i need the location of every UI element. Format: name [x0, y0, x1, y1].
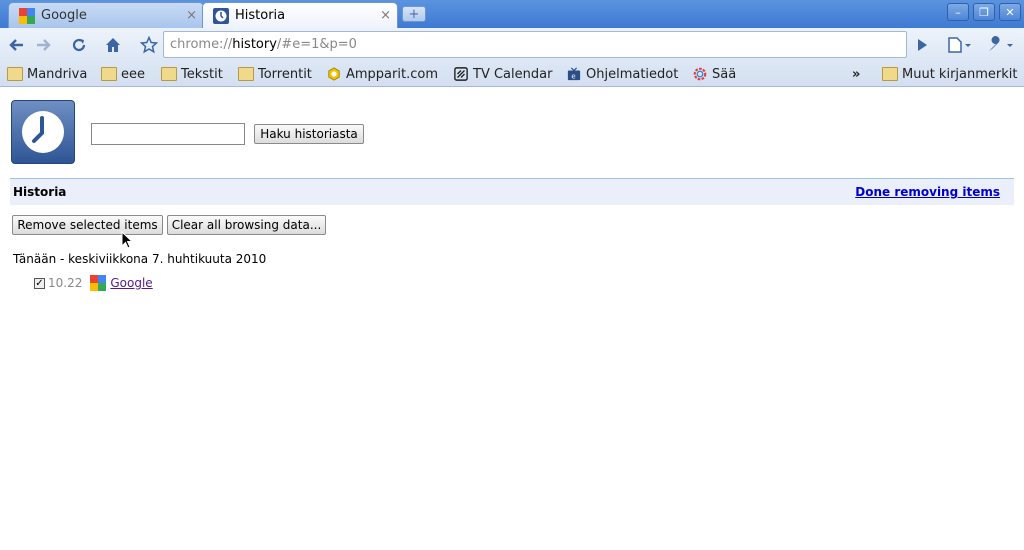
tab-close-icon[interactable]: × [186, 8, 197, 23]
search-history-button[interactable]: Haku historiasta [254, 124, 364, 144]
bookmark-item[interactable]: Muut kirjanmerkit [882, 65, 1017, 83]
history-entry: ✓ 10.22 Google [34, 274, 153, 292]
folder-icon [7, 67, 23, 81]
home-icon [106, 38, 120, 52]
bookmark-item[interactable]: Torrentit [238, 65, 312, 83]
bookmark-item[interactable]: TV Calendar [453, 65, 552, 83]
bookmark-label: Torrentit [258, 66, 312, 82]
star-icon [140, 36, 158, 54]
bookmark-label: Tekstit [181, 66, 223, 82]
remove-selected-button[interactable]: Remove selected items [12, 215, 163, 235]
history-header-bar: Historia Done removing items [10, 178, 1014, 205]
done-removing-link[interactable]: Done removing items [855, 185, 1000, 199]
bookmark-item[interactable]: Sää [692, 65, 736, 83]
svg-text:e: e [571, 72, 575, 80]
history-logo [11, 100, 75, 164]
tab-title: Google [41, 8, 87, 23]
maximize-icon: ❐ [979, 5, 989, 19]
clock-icon [22, 111, 64, 153]
url-path: /#e=1&p=0 [276, 37, 357, 52]
wrench-icon [989, 36, 1013, 51]
url-scheme: chrome:// [170, 37, 233, 52]
tab-close-icon[interactable]: × [380, 8, 391, 23]
plus-icon: + [408, 6, 420, 22]
google-favicon-icon [19, 7, 35, 24]
bookmark-item[interactable]: e Ohjelmatiedot [566, 65, 678, 83]
bookmark-label: Muut kirjanmerkit [902, 66, 1018, 82]
page-menu-icon [948, 37, 971, 53]
google-favicon-icon [90, 275, 107, 291]
bookmark-item[interactable]: eee [101, 65, 145, 83]
tab-google[interactable]: Google × [8, 2, 204, 28]
minimize-icon: – [955, 5, 961, 19]
back-button[interactable] [4, 32, 30, 58]
back-arrow-icon [9, 39, 23, 51]
folder-icon [882, 67, 898, 81]
url-host: history [232, 37, 277, 52]
bookmarks-bar: Mandriva eee Tekstit Torrentit Ampparit.… [0, 61, 1024, 87]
entry-link[interactable]: Google [110, 276, 152, 290]
wrench-menu-button[interactable] [984, 32, 1016, 58]
toolbar: chrome://history/#e=1&p=0 [0, 28, 1024, 61]
tab-historia[interactable]: Historia × [202, 2, 398, 28]
section-title: Historia [13, 185, 67, 199]
new-tab-button[interactable]: + [402, 6, 426, 22]
forward-arrow-icon [37, 39, 51, 51]
bookmark-item[interactable]: Tekstit [161, 65, 223, 83]
maximize-button[interactable]: ❐ [973, 3, 995, 21]
minimize-button[interactable]: – [947, 3, 969, 21]
close-window-button[interactable]: ✕ [999, 3, 1021, 21]
weather-icon [693, 67, 707, 81]
reload-button[interactable] [66, 32, 92, 58]
bookmark-label: Sää [712, 66, 737, 82]
history-search-input[interactable] [91, 123, 245, 145]
bookmark-label: Mandriva [27, 66, 88, 82]
bookmark-label: eee [121, 66, 145, 82]
tab-title: Historia [235, 8, 286, 23]
page-menu-button[interactable] [944, 32, 974, 58]
folder-icon [161, 67, 177, 81]
close-icon: ✕ [1005, 5, 1015, 19]
forward-button[interactable] [30, 32, 56, 58]
clear-browsing-data-button[interactable]: Clear all browsing data... [167, 215, 326, 235]
ampparit-icon [328, 67, 340, 81]
bookmark-label: TV Calendar [473, 66, 553, 82]
day-heading: Tänään - keskiviikkona 7. huhtikuuta 201… [13, 252, 267, 266]
folder-icon [101, 67, 117, 81]
play-icon [918, 39, 927, 51]
entry-time: 10.22 [48, 276, 83, 290]
bookmarks-overflow-button[interactable]: » [852, 65, 860, 83]
history-page: Haku historiasta Historia Done removing … [0, 88, 1024, 550]
chevron-right-icon: » [852, 66, 861, 82]
bookmark-item[interactable]: Mandriva [7, 65, 87, 83]
address-bar[interactable]: chrome://history/#e=1&p=0 [163, 31, 907, 58]
tvcalendar-icon [454, 67, 468, 81]
bookmark-label: Ohjelmatiedot [586, 66, 679, 82]
bookmark-item[interactable]: Ampparit.com [326, 65, 438, 83]
go-button[interactable] [909, 32, 935, 58]
tab-strip: Google × Historia × + – ❐ ✕ [0, 0, 1024, 28]
mouse-cursor-icon [121, 231, 133, 249]
tv-icon: e [567, 67, 581, 80]
clock-favicon-icon [213, 7, 229, 24]
home-button[interactable] [100, 32, 126, 58]
bookmark-star-button[interactable] [136, 32, 162, 58]
folder-icon [238, 67, 254, 81]
entry-checkbox[interactable]: ✓ [34, 277, 45, 289]
bookmark-label: Ampparit.com [346, 66, 438, 82]
reload-icon [72, 38, 86, 52]
